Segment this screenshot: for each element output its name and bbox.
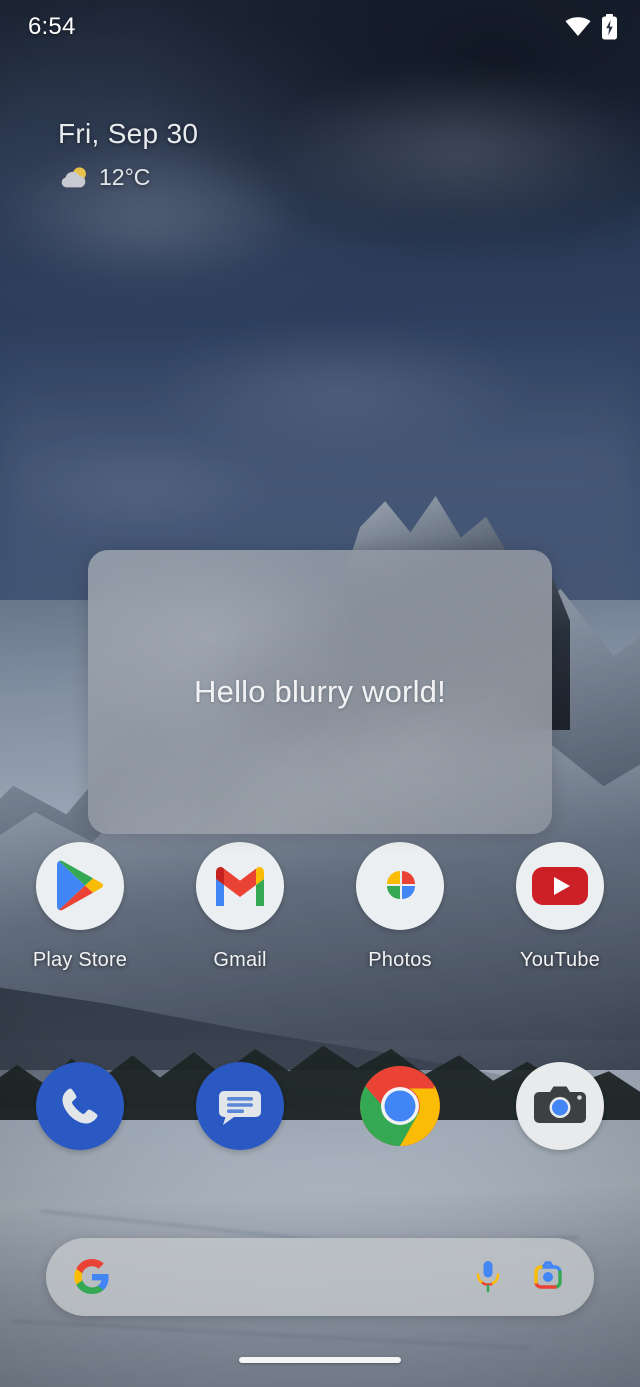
messages-icon[interactable]	[196, 1062, 284, 1150]
app-play-store[interactable]: Play Store	[0, 842, 160, 972]
google-search-bar[interactable]	[46, 1238, 594, 1316]
play-store-icon[interactable]	[36, 842, 124, 930]
dock-app-phone[interactable]	[0, 1062, 160, 1150]
smartspace-weather[interactable]: 12°C	[58, 164, 198, 191]
home-gesture-pill[interactable]	[239, 1357, 401, 1363]
smartspace-date[interactable]: Fri, Sep 30	[58, 118, 198, 150]
blur-panel-text: Hello blurry world!	[194, 674, 446, 709]
app-label: YouTube	[520, 949, 600, 971]
phone-icon[interactable]	[36, 1062, 124, 1150]
google-g-icon	[74, 1259, 110, 1295]
search-bar-actions	[474, 1259, 566, 1295]
android-home-screen: 6:54 Fri, Sep 30 12°C Play Store Gmail P…	[0, 0, 640, 1387]
google-photos-icon[interactable]	[356, 842, 444, 930]
app-gmail[interactable]: Gmail	[160, 842, 320, 972]
chrome-icon[interactable]	[356, 1062, 444, 1150]
dock-app-messages[interactable]	[160, 1062, 320, 1150]
assistant-microphone-icon[interactable]	[474, 1259, 502, 1295]
status-bar-clock: 6:54	[28, 13, 76, 40]
gmail-icon[interactable]	[196, 842, 284, 930]
app-label: Play Store	[32, 949, 128, 971]
status-bar-icons	[565, 14, 618, 40]
search-input[interactable]	[110, 1238, 474, 1316]
google-lens-icon[interactable]	[530, 1261, 566, 1293]
smartspace-temperature: 12°C	[99, 164, 151, 190]
dock-app-camera[interactable]	[480, 1062, 640, 1150]
app-label: Gmail	[213, 949, 267, 971]
app-icon-grid: Play Store Gmail Photos YouTube	[0, 842, 640, 972]
smartspace-widget[interactable]: Fri, Sep 30 12°C	[58, 118, 198, 191]
dock-app-chrome[interactable]	[320, 1062, 480, 1150]
blur-overlay-panel[interactable]: Hello blurry world!	[88, 550, 552, 834]
status-bar[interactable]: 6:54	[0, 0, 640, 54]
dock	[0, 1062, 640, 1150]
camera-icon[interactable]	[516, 1062, 604, 1150]
app-label: Photos	[368, 949, 432, 971]
app-photos[interactable]: Photos	[320, 842, 480, 972]
app-youtube[interactable]: YouTube	[480, 842, 640, 972]
wifi-icon	[565, 17, 591, 37]
youtube-icon[interactable]	[516, 842, 604, 930]
partly-cloudy-icon	[58, 165, 90, 191]
battery-charging-icon	[601, 14, 618, 40]
